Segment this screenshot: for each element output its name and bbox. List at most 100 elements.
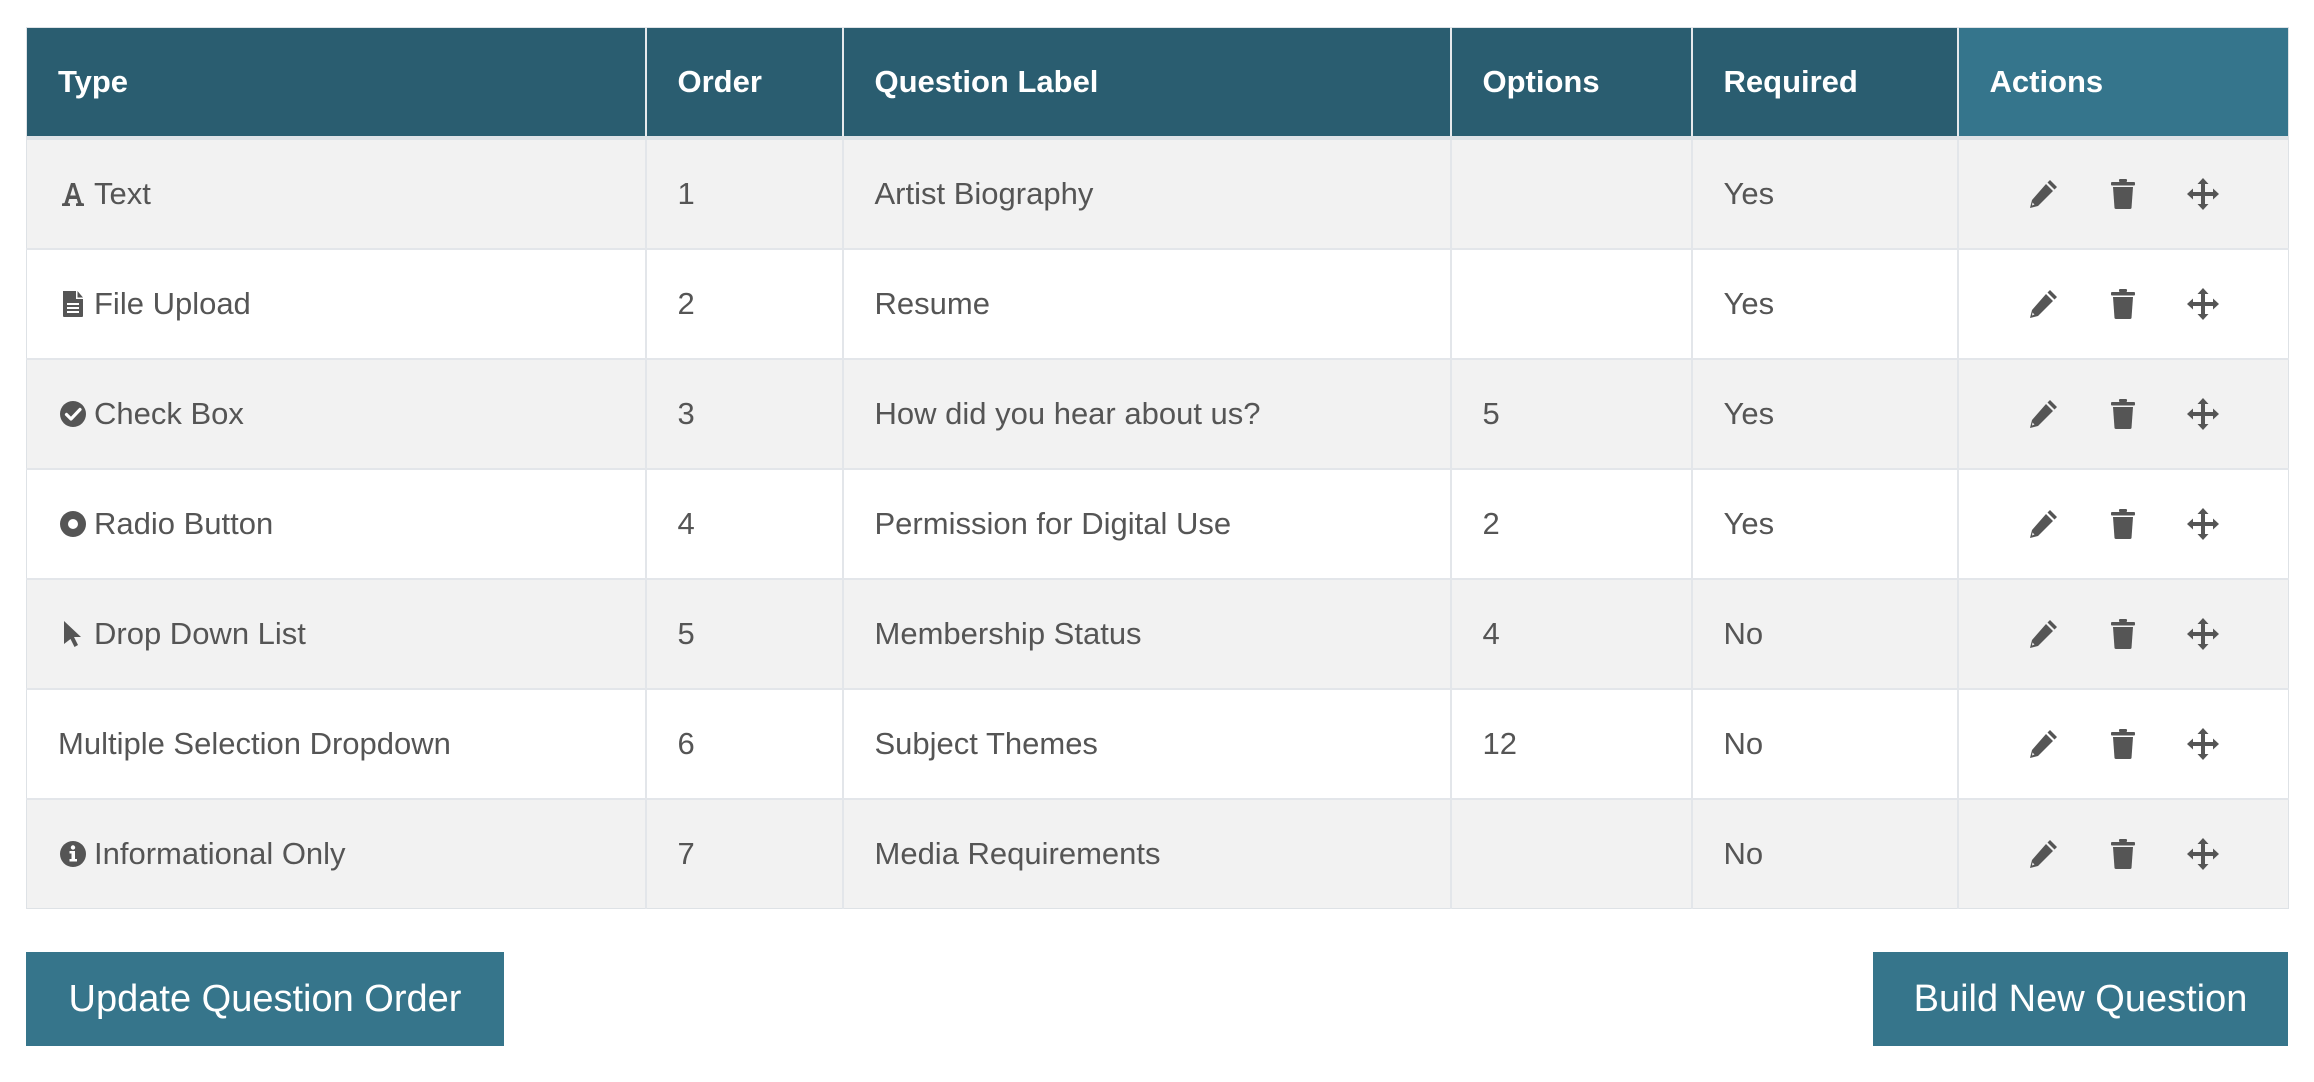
- trash-icon: [2106, 397, 2140, 431]
- delete-button[interactable]: [2106, 837, 2140, 871]
- cell-required: No: [1690, 578, 1958, 689]
- move-icon: [2186, 507, 2220, 541]
- move-icon: [2186, 177, 2220, 211]
- cell-type: Multiple Selection Dropdown: [26, 688, 646, 799]
- info-circle-icon: [58, 838, 88, 870]
- cell-type: Radio Button: [26, 468, 646, 579]
- column-header-question-label[interactable]: Question Label: [841, 27, 1451, 140]
- trash-icon: [2106, 837, 2140, 871]
- row-actions: [1959, 837, 2289, 871]
- row-actions: [1959, 287, 2289, 321]
- drag-handle[interactable]: [2186, 507, 2220, 541]
- cell-order: 6: [644, 688, 843, 799]
- pencil-icon: [2026, 727, 2060, 761]
- cell-type: Check Box: [26, 358, 646, 469]
- column-header-type[interactable]: Type: [26, 27, 646, 140]
- row-actions: [1959, 727, 2289, 761]
- drag-handle[interactable]: [2186, 727, 2220, 761]
- pencil-icon: [2026, 397, 2060, 431]
- column-header-actions: Actions: [1956, 27, 2289, 140]
- table-row: Radio Button 4 Permission for Digital Use 2…: [26, 468, 2289, 579]
- type-label: Radio Button: [94, 506, 274, 541]
- move-icon: [2186, 397, 2220, 431]
- cell-type: Drop Down List: [26, 578, 646, 689]
- row-actions: [1959, 507, 2289, 541]
- cell-required: Yes: [1690, 468, 1958, 579]
- move-icon: [2186, 727, 2220, 761]
- trash-icon: [2106, 617, 2140, 651]
- cell-options: 12: [1449, 688, 1692, 799]
- trash-icon: [2106, 177, 2140, 211]
- delete-button[interactable]: [2106, 397, 2140, 431]
- drag-handle[interactable]: [2186, 397, 2220, 431]
- row-actions: [1959, 177, 2289, 211]
- table-row: Drop Down List 5 Membership Status 4 No: [26, 578, 2289, 689]
- pencil-icon: [2026, 837, 2060, 871]
- questions-table: Type Order Question Label Options Requir…: [26, 27, 2289, 909]
- cell-actions: [1956, 358, 2289, 469]
- delete-button[interactable]: [2106, 287, 2140, 321]
- cell-required: No: [1690, 798, 1958, 909]
- table-row: Check Box 3 How did you hear about us? 5 Yes: [26, 358, 2289, 469]
- trash-icon: [2106, 727, 2140, 761]
- file-icon: [58, 288, 88, 320]
- trash-icon: [2106, 287, 2140, 321]
- cell-type: Text: [26, 137, 646, 249]
- move-icon: [2186, 287, 2220, 321]
- type-label: Text: [94, 176, 151, 211]
- font-icon: [58, 178, 88, 210]
- edit-button[interactable]: [2026, 617, 2060, 651]
- cell-order: 7: [644, 798, 843, 909]
- edit-button[interactable]: [2026, 177, 2060, 211]
- cell-options: [1449, 798, 1692, 909]
- build-new-question-button[interactable]: Build New Question: [1873, 952, 2288, 1046]
- cell-required: Yes: [1690, 358, 1958, 469]
- cell-options: 2: [1449, 468, 1692, 579]
- column-header-required[interactable]: Required: [1690, 27, 1958, 140]
- cell-required: No: [1690, 688, 1958, 799]
- edit-button[interactable]: [2026, 727, 2060, 761]
- cell-question-label: Media Requirements: [841, 798, 1451, 909]
- pencil-icon: [2026, 507, 2060, 541]
- edit-button[interactable]: [2026, 837, 2060, 871]
- drag-handle[interactable]: [2186, 837, 2220, 871]
- cell-actions: [1956, 468, 2289, 579]
- type-label: Multiple Selection Dropdown: [58, 726, 451, 761]
- drag-handle[interactable]: [2186, 177, 2220, 211]
- move-icon: [2186, 837, 2220, 871]
- table-row: Multiple Selection Dropdown 6 Subject Them…: [26, 688, 2289, 799]
- delete-button[interactable]: [2106, 727, 2140, 761]
- move-icon: [2186, 617, 2220, 651]
- type-label: File Upload: [94, 286, 251, 321]
- column-header-order[interactable]: Order: [644, 27, 843, 140]
- cell-question-label: Subject Themes: [841, 688, 1451, 799]
- type-label: Drop Down List: [94, 616, 306, 651]
- edit-button[interactable]: [2026, 397, 2060, 431]
- cell-type: File Upload: [26, 248, 646, 359]
- delete-button[interactable]: [2106, 507, 2140, 541]
- update-question-order-button[interactable]: Update Question Order: [26, 952, 504, 1046]
- drag-handle[interactable]: [2186, 617, 2220, 651]
- table-row: File Upload 2 Resume Yes: [26, 248, 2289, 359]
- edit-button[interactable]: [2026, 287, 2060, 321]
- cell-order: 5: [644, 578, 843, 689]
- cell-question-label: Artist Biography: [841, 137, 1451, 249]
- pencil-icon: [2026, 287, 2060, 321]
- mouse-pointer-icon: [58, 618, 88, 650]
- cell-order: 3: [644, 358, 843, 469]
- cell-options: [1449, 137, 1692, 249]
- delete-button[interactable]: [2106, 177, 2140, 211]
- edit-button[interactable]: [2026, 507, 2060, 541]
- delete-button[interactable]: [2106, 617, 2140, 651]
- dot-circle-icon: [58, 508, 88, 540]
- cell-options: [1449, 248, 1692, 359]
- cell-question-label: Membership Status: [841, 578, 1451, 689]
- type-label: Check Box: [94, 396, 244, 431]
- cell-order: 1: [644, 137, 843, 249]
- cell-options: 4: [1449, 578, 1692, 689]
- column-header-options[interactable]: Options: [1449, 27, 1692, 140]
- cell-required: Yes: [1690, 248, 1958, 359]
- drag-handle[interactable]: [2186, 287, 2220, 321]
- cell-required: Yes: [1690, 137, 1958, 249]
- row-actions: [1959, 617, 2289, 651]
